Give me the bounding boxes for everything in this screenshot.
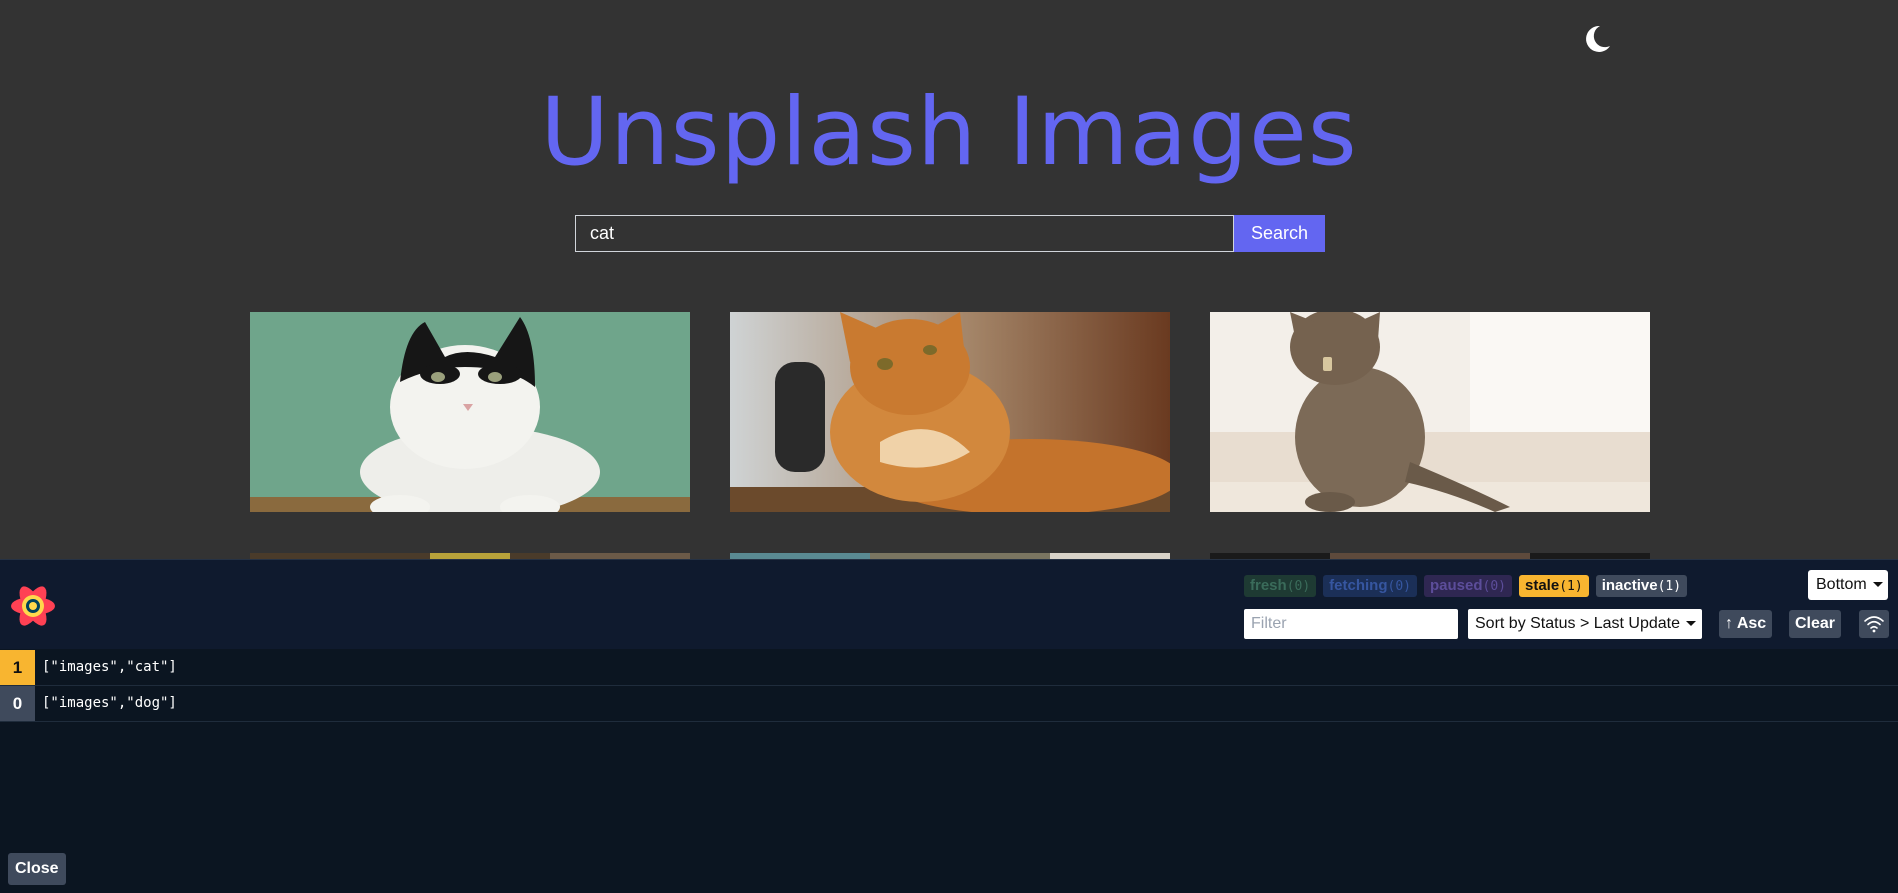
cat-photo-1	[250, 312, 690, 512]
query-key: ["images","cat"]	[42, 659, 177, 675]
fresh-badge: fresh(0)	[1244, 575, 1317, 597]
cat-image-2[interactable]	[730, 312, 1170, 512]
close-devtools-button[interactable]: Close	[8, 853, 66, 885]
page-title: Unsplash Images	[540, 78, 1358, 187]
search-form: Search	[575, 215, 1325, 252]
query-observer-count: 0	[0, 686, 35, 721]
query-devtools-panel: fresh(0) fetching(0) paused(0) stale(1) …	[0, 559, 1898, 893]
sort-direction-button[interactable]: ↑ Asc	[1719, 610, 1773, 638]
devtools-header: fresh(0) fetching(0) paused(0) stale(1) …	[0, 560, 1898, 649]
sort-select[interactable]: Sort by Status > Last Update	[1468, 609, 1702, 639]
inactive-badge: inactive(1)	[1595, 575, 1688, 597]
theme-toggle-button[interactable]	[1580, 22, 1614, 56]
search-input[interactable]	[575, 215, 1234, 252]
image-grid	[250, 312, 1650, 560]
fetching-badge: fetching(0)	[1323, 575, 1417, 597]
query-observer-count: 1	[0, 650, 35, 685]
cat-photo-2	[730, 312, 1170, 512]
network-toggle-button[interactable]	[1859, 610, 1889, 638]
chevron-down-icon	[1686, 621, 1697, 627]
cat-image-1[interactable]	[250, 312, 690, 512]
query-key: ["images","dog"]	[42, 695, 177, 711]
chevron-down-icon	[1872, 582, 1883, 588]
stale-badge: stale(1)	[1519, 575, 1589, 597]
panel-position-select[interactable]: Bottom	[1808, 570, 1888, 600]
cat-image-3[interactable]	[1210, 312, 1650, 512]
search-button[interactable]: Search	[1234, 215, 1325, 252]
query-status-badges: fresh(0) fetching(0) paused(0) stale(1) …	[1244, 575, 1688, 597]
cat-photo-3	[1210, 312, 1650, 512]
clear-cache-button[interactable]: Clear	[1789, 610, 1842, 638]
react-query-logo-icon[interactable]	[8, 581, 58, 631]
query-row[interactable]: 1 ["images","cat"]	[0, 650, 1898, 686]
wifi-icon	[1864, 616, 1884, 633]
paused-badge: paused(0)	[1424, 575, 1512, 597]
query-row[interactable]: 0 ["images","dog"]	[0, 686, 1898, 722]
moon-icon	[1586, 25, 1610, 52]
query-filter-input[interactable]	[1244, 609, 1458, 639]
